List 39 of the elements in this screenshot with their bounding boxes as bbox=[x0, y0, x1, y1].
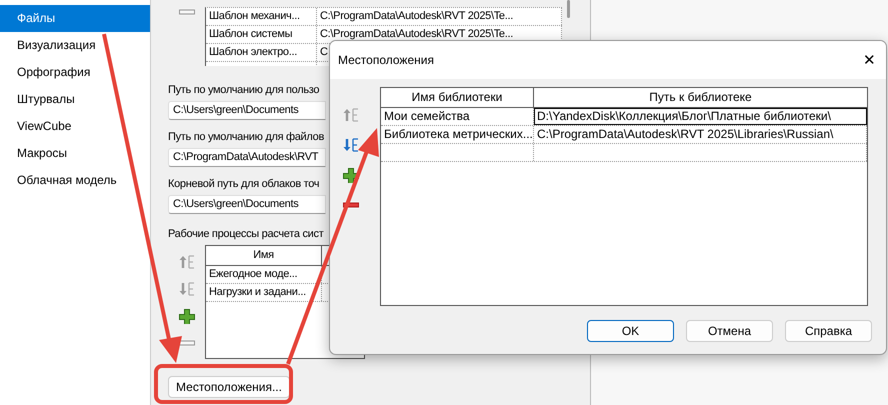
table-cell-text: Шаблон системы bbox=[209, 27, 292, 42]
table-cell[interactable]: Мои семейства bbox=[381, 108, 534, 125]
move-down-icon[interactable] bbox=[342, 137, 360, 153]
path-field[interactable]: C:\Users\green\Documents bbox=[168, 101, 326, 120]
table-cell-text: C bbox=[320, 45, 328, 60]
sidebar-item[interactable]: Штурвалы bbox=[0, 86, 150, 113]
table-cell-text: Шаблон механич... bbox=[209, 9, 300, 24]
table-cell: Ежегодное моде... bbox=[206, 266, 322, 283]
locations-button[interactable]: Местоположения... bbox=[168, 376, 290, 398]
table-cell-text: C:\ProgramData\Autodesk\RVT 2025\Te... bbox=[320, 27, 514, 42]
table-cell-text: C:\ProgramData\Autodesk\RVT 2025\Te... bbox=[320, 9, 514, 24]
column-header[interactable]: Имя bbox=[206, 246, 322, 265]
dialog-button[interactable]: Справка bbox=[785, 320, 872, 342]
table-cell[interactable]: D:\YandexDisk\Коллекция\Блог\Платные библиотеки\ bbox=[534, 108, 867, 125]
path-field[interactable]: C:\ProgramData\Autodesk\RVT bbox=[168, 148, 326, 167]
sidebar-item[interactable]: Орфография bbox=[0, 59, 150, 86]
add-icon[interactable] bbox=[342, 167, 360, 183]
table-cell[interactable]: C:\ProgramData\Autodesk\RVT 2025\Libraries\Russian\ bbox=[534, 126, 867, 143]
column-header[interactable]: Путь к библиотеке bbox=[534, 88, 867, 107]
ok-button[interactable]: OK bbox=[587, 320, 674, 342]
sidebar-item[interactable]: Файлы bbox=[0, 5, 150, 32]
table-cell: Нагрузки и задани... bbox=[206, 284, 322, 301]
sidebar-item[interactable]: Макросы bbox=[0, 140, 150, 167]
field-label: Корневой путь для облаков точ bbox=[168, 177, 320, 192]
column-header[interactable]: Имя библиотеки bbox=[381, 88, 534, 107]
add-icon[interactable] bbox=[178, 308, 196, 324]
sidebar-item[interactable]: Визуализация bbox=[0, 32, 150, 59]
scrollbar[interactable] bbox=[567, 0, 570, 18]
dialog-title: Местоположения bbox=[338, 52, 434, 69]
close-button[interactable]: ✕ bbox=[863, 52, 876, 68]
path-field[interactable]: C:\Users\green\Documents bbox=[168, 195, 326, 214]
dialog-button[interactable]: Отмена bbox=[686, 320, 773, 342]
table-cell[interactable]: Библиотека метрических... bbox=[381, 126, 534, 143]
section-label: Рабочие процессы расчета сист bbox=[168, 227, 324, 242]
sidebar-item[interactable]: ViewCube bbox=[0, 113, 150, 140]
field-label: Путь по умолчанию для пользо bbox=[168, 83, 320, 98]
sidebar-item[interactable]: Облачная модель bbox=[0, 167, 150, 194]
field-label: Путь по умолчанию для файлов bbox=[168, 130, 324, 145]
table-cell-text: Шаблон электро... bbox=[209, 45, 297, 60]
